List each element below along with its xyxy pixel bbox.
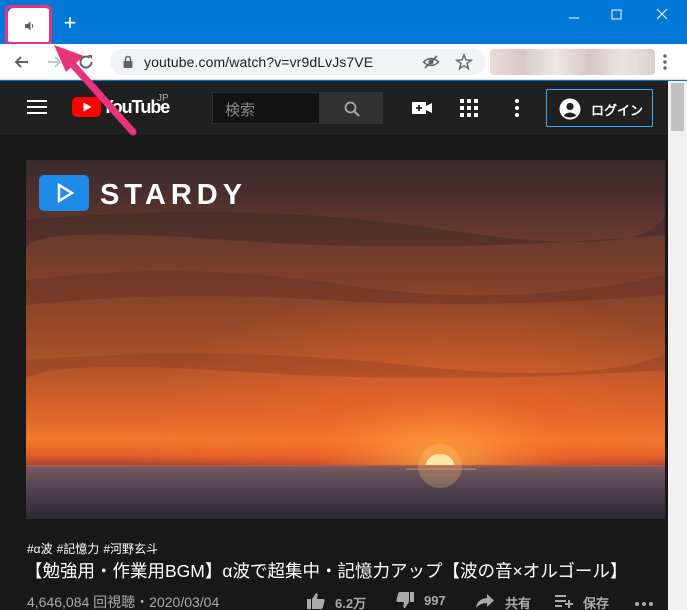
login-button[interactable]: ログイン	[546, 89, 653, 127]
forward-icon[interactable]	[44, 52, 64, 72]
reload-icon[interactable]	[76, 52, 96, 72]
youtube-page: YouTube JP 検索 ログイン STARDY #α波 #記憶力 #河野玄斗…	[0, 81, 668, 610]
url-text[interactable]: youtube.com/watch?v=vr9dLvJs7VE	[144, 54, 373, 70]
browser-toolbar: youtube.com/watch?v=vr9dLvJs7VE	[0, 44, 687, 80]
share-icon	[476, 594, 494, 608]
youtube-play-logo-icon	[72, 97, 101, 117]
hashtag-link[interactable]: #記憶力	[57, 542, 100, 556]
video-player[interactable]: STARDY	[26, 160, 665, 519]
share-label: 共有	[505, 596, 532, 610]
search-input[interactable]: 検索	[212, 92, 320, 124]
maximize-icon[interactable]	[606, 6, 628, 24]
browser-menu-icon[interactable]	[659, 53, 671, 71]
video-title: 【勉強用・作業用BGM】α波で超集中・記憶力アップ【波の音×オルゴール】	[25, 561, 628, 581]
search-icon	[344, 101, 360, 117]
hamburger-menu-icon[interactable]	[27, 99, 47, 115]
bookmark-star-icon[interactable]	[455, 53, 473, 71]
close-icon[interactable]	[651, 6, 673, 24]
tab-highlight-box	[5, 5, 52, 45]
youtube-header: YouTube JP 検索 ログイン	[0, 81, 668, 135]
more-actions-icon[interactable]	[634, 601, 654, 607]
apps-grid-icon[interactable]	[460, 99, 478, 117]
hashtag-link[interactable]: #α波	[27, 542, 53, 556]
like-count: 6.2万	[335, 596, 367, 610]
page-scrollbar[interactable]	[668, 81, 687, 610]
new-tab-button[interactable]: +	[60, 12, 80, 34]
settings-more-icon[interactable]	[511, 98, 523, 118]
youtube-logo[interactable]: YouTube JP	[72, 93, 172, 121]
playlist-add-icon	[555, 595, 573, 608]
view-count-date: 4,646,084 回視聴・2020/03/04	[27, 594, 220, 610]
thumbs-up-icon	[307, 593, 325, 609]
browser-tabstrip: +	[0, 0, 687, 45]
sunset-scene	[26, 160, 665, 519]
thumbs-down-icon	[396, 592, 414, 608]
save-label: 保存	[583, 596, 610, 610]
minimize-icon[interactable]	[563, 6, 585, 24]
stardy-logo-text: STARDY	[100, 179, 248, 211]
create-video-icon[interactable]	[411, 100, 433, 116]
scrollbar-thumb[interactable]	[671, 83, 684, 131]
hashtag-list: #α波 #記憶力 #河野玄斗	[27, 540, 162, 557]
search-placeholder: 検索	[225, 102, 256, 119]
back-icon[interactable]	[12, 52, 32, 72]
stardy-logo-icon	[39, 175, 89, 211]
hashtag-link[interactable]: #河野玄斗	[103, 542, 158, 556]
tracking-blocked-icon[interactable]	[422, 54, 440, 70]
search-button[interactable]	[319, 92, 383, 124]
lock-icon	[123, 55, 133, 68]
dislike-count: 997	[424, 593, 446, 608]
youtube-region-label: JP	[157, 93, 169, 104]
account-icon	[559, 98, 581, 120]
address-bar[interactable]: youtube.com/watch?v=vr9dLvJs7VE	[110, 49, 486, 75]
login-label: ログイン	[591, 103, 644, 118]
blurred-extensions-area	[490, 49, 655, 75]
